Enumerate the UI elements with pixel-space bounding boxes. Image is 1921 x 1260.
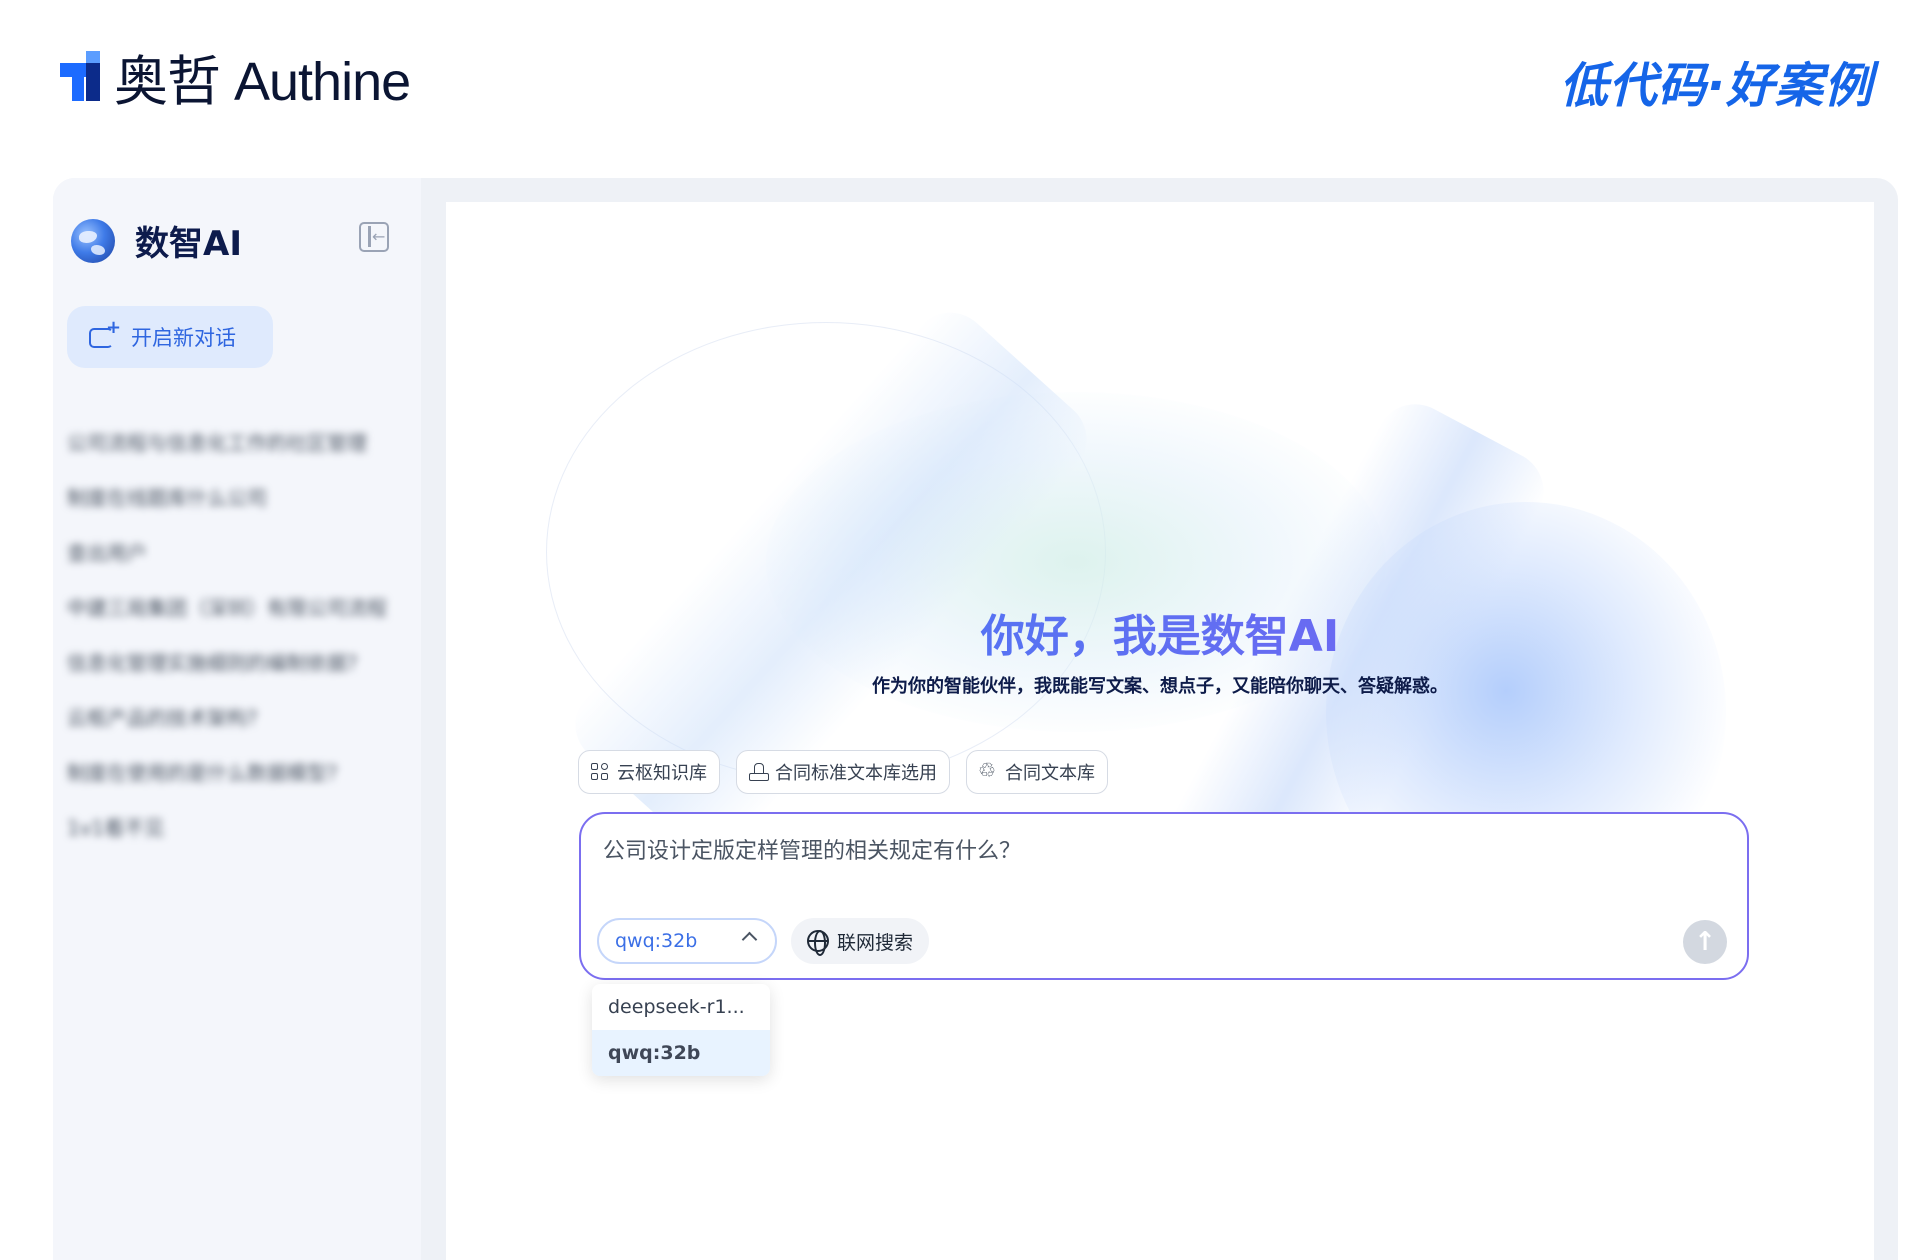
globe-icon: [807, 930, 829, 956]
model-option[interactable]: deepseek-r1...: [592, 984, 770, 1030]
model-option-selected[interactable]: qwq:32b: [592, 1030, 770, 1076]
model-select[interactable]: qwq:32b: [597, 918, 777, 964]
main-panel: 你好，我是数智AI 作为你的智能伙伴，我既能写文案、想点子，又能陪你聊天、答疑解…: [446, 202, 1874, 1260]
collapse-sidebar-icon[interactable]: [359, 222, 389, 252]
chip-label: 合同标准文本库选用: [775, 763, 937, 784]
chat-plus-icon: +: [89, 319, 121, 350]
recycle-icon: [978, 759, 997, 781]
authine-logo-icon: [60, 51, 108, 101]
sidebar: 数智AI + 开启新对话 公司流程与信息化工作的社区管理 制度在线题库什么公司 …: [53, 178, 421, 1260]
top-header: 奥哲 Authine 低代码·好案例: [0, 0, 1921, 160]
history-item[interactable]: 1v1看不见: [67, 799, 397, 854]
history-item[interactable]: 查出用户: [67, 524, 397, 579]
new-chat-label: 开启新对话: [131, 326, 236, 350]
chat-input-box: qwq:32b 联网搜索 ↑: [579, 812, 1749, 980]
brand-name: 奥哲 Authine: [114, 51, 411, 112]
model-dropdown: deepseek-r1... qwq:32b: [592, 984, 770, 1076]
model-selected-label: qwq:32b: [615, 930, 698, 952]
chip-yunshu-knowledge[interactable]: 云枢知识库: [578, 750, 720, 794]
greeting-title: 你好，我是数智AI: [446, 600, 1874, 664]
chevron-up-icon: [741, 931, 758, 948]
slogan: 低代码·好案例: [1559, 58, 1873, 114]
grid-icon: [591, 763, 609, 781]
history-item[interactable]: 信息化管理实施细则的编制依据?: [67, 634, 397, 689]
chat-input[interactable]: [603, 836, 1683, 861]
new-chat-button[interactable]: + 开启新对话: [67, 306, 273, 368]
history-item[interactable]: 云枢产品的技术架构?: [67, 689, 397, 744]
app-window: 数智AI + 开启新对话 公司流程与信息化工作的社区管理 制度在线题库什么公司 …: [53, 178, 1898, 1260]
sidebar-header: 数智AI: [71, 216, 242, 265]
brand-logo: 奥哲 Authine: [60, 50, 411, 112]
history-item[interactable]: 制度在使用的是什么数据模型?: [67, 744, 397, 799]
history-item[interactable]: 中建三局集团（深圳）有限公司流程: [67, 579, 397, 634]
history-item[interactable]: 制度在线题库什么公司: [67, 469, 397, 524]
send-button[interactable]: ↑: [1683, 920, 1727, 964]
web-search-label: 联网搜索: [837, 931, 914, 954]
chat-history-list: 公司流程与信息化工作的社区管理 制度在线题库什么公司 查出用户 中建三局集团（深…: [67, 414, 397, 854]
stamp-icon: [749, 763, 769, 781]
chip-label: 合同文本库: [1005, 763, 1095, 784]
chip-contract-text[interactable]: 合同文本库: [966, 750, 1108, 794]
globe-logo-icon: [71, 218, 115, 263]
app-title: 数智AI: [135, 224, 242, 264]
knowledge-chips: 云枢知识库 合同标准文本库选用 合同文本库: [578, 750, 1108, 794]
arrow-up-icon: ↑: [1694, 927, 1716, 957]
greeting-subtitle: 作为你的智能伙伴，我既能写文案、想点子，又能陪你聊天、答疑解惑。: [872, 676, 1448, 697]
chip-label: 云枢知识库: [617, 763, 707, 784]
history-item[interactable]: 公司流程与信息化工作的社区管理: [67, 414, 397, 469]
web-search-toggle[interactable]: 联网搜索: [791, 918, 930, 964]
chip-contract-standard[interactable]: 合同标准文本库选用: [736, 750, 950, 794]
